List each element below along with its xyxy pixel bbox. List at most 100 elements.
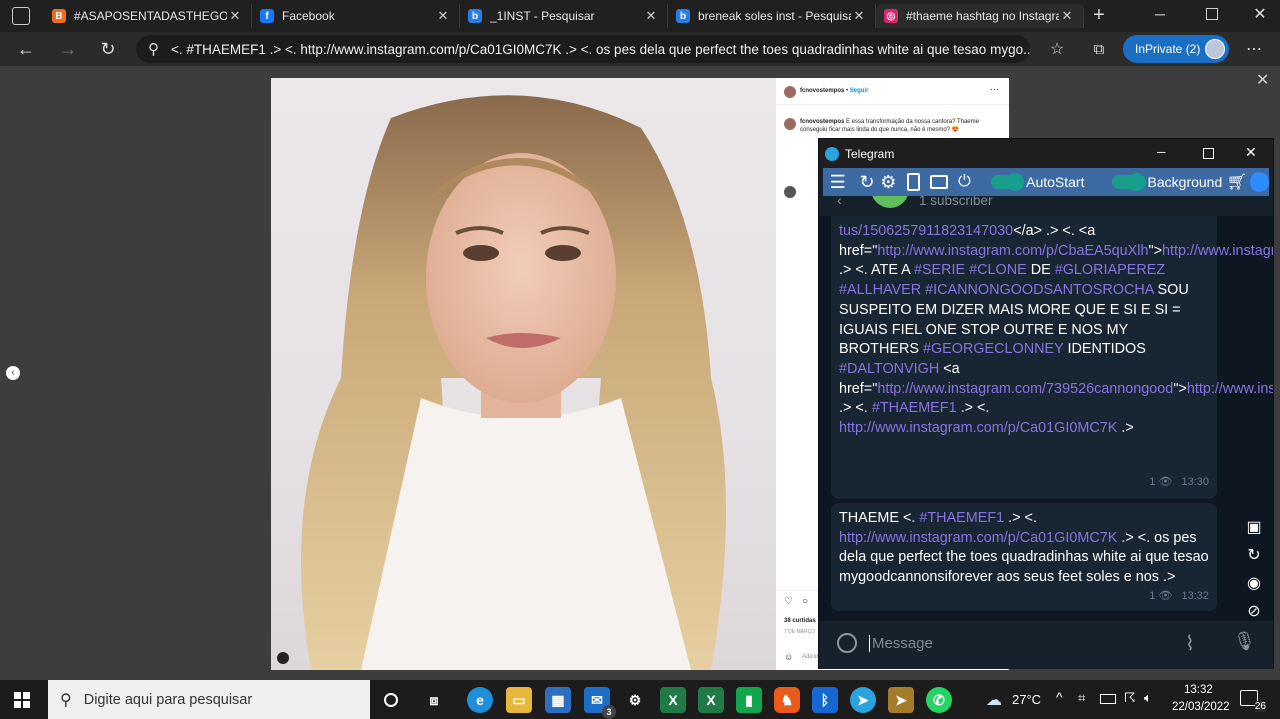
file-explorer-icon[interactable]: ▭ <box>506 687 532 713</box>
microphone-icon[interactable]: 🎙︎ <box>1233 631 1256 652</box>
message-link[interactable]: #ICANNONGOODSANTOSROCHA <box>925 282 1153 298</box>
telegram-icon[interactable]: ➤ <box>850 687 876 713</box>
windows-start-icon[interactable] <box>14 692 30 708</box>
more-icon[interactable]: ⋯ <box>990 84 999 95</box>
clock-date[interactable]: 22/03/2022 <box>1172 701 1230 713</box>
close-window-button[interactable]: ✕ <box>1250 4 1270 24</box>
message-link[interactable]: #ALLHAVER <box>839 282 921 298</box>
telegram-minimize-button[interactable]: ─ <box>1157 145 1166 159</box>
cortana-icon[interactable] <box>378 687 404 713</box>
message-link[interactable]: tus/1506257911823147030 <box>839 223 1013 239</box>
share-arrow-icon[interactable]: ↻ <box>1243 544 1265 566</box>
background-toggle[interactable] <box>1112 173 1146 191</box>
settings-gear-icon[interactable]: ⚙ <box>622 687 648 713</box>
message-link[interactable]: #DALTONVIGH <box>839 361 939 377</box>
message-link[interactable]: http://www.instagram.com/739526cannongoo… <box>877 381 1173 397</box>
likes-count[interactable]: 38 curtidas <box>784 618 816 624</box>
tray-chevron-icon[interactable]: ^ <box>1056 689 1063 705</box>
caption-username[interactable]: fcnovostempos <box>800 119 844 125</box>
tab-close-icon[interactable]: ✕ <box>227 8 243 24</box>
tablet-view-icon[interactable] <box>928 171 949 193</box>
message-link[interactable]: #GEORGECLONNEY <box>923 341 1063 357</box>
more-options-icon[interactable]: ⋯ <box>1242 37 1266 61</box>
whatsapp-icon[interactable]: ✆ <box>926 687 952 713</box>
compass-icon[interactable]: ⊘ <box>1243 600 1265 621</box>
message-link[interactable]: http://www.instagram.com/p/Ca01GI0MC7K <box>839 420 1117 436</box>
weather-cloud-icon[interactable]: ☁ <box>986 690 1002 710</box>
close-post-button[interactable]: ✕ <box>1256 70 1269 90</box>
new-tab-button[interactable]: + <box>1088 4 1110 26</box>
battery-icon[interactable] <box>1100 694 1116 704</box>
browser-tab[interactable]: b breneak soles inst - Pesquisar ✕ <box>668 4 876 28</box>
browser-tab[interactable]: f Facebook ✕ <box>252 4 460 28</box>
minimize-button[interactable]: ─ <box>1150 6 1170 22</box>
clock-time[interactable]: 13:32 <box>1184 684 1213 696</box>
taskbar-search-box[interactable]: ⚲ Digite aqui para pesquisar <box>48 680 370 719</box>
excel-icon[interactable]: X <box>660 687 686 713</box>
green-app-icon[interactable]: ▮ <box>736 687 762 713</box>
network-icon[interactable]: ⌗ <box>1078 690 1085 706</box>
browser-tab[interactable]: ◎ #thaeme hashtag no Instagra ✕ <box>876 4 1084 28</box>
refresh-icon[interactable]: ↻ <box>856 171 877 193</box>
user-tag-icon[interactable] <box>277 652 289 664</box>
camera-icon[interactable]: ▣ <box>1243 516 1265 538</box>
browser-tab[interactable]: B #ASAPOSENTADASTHEGOOD✕ <box>44 4 252 28</box>
message-bubble[interactable]: tus/1506257911823147030</a> .> <. <a hre… <box>831 216 1273 499</box>
attach-paperclip-icon[interactable]: ⌇ <box>1185 631 1195 656</box>
back-arrow-icon[interactable]: ← <box>14 37 38 61</box>
eye-icon[interactable]: ◉ <box>1243 572 1265 594</box>
message-bubble[interactable]: THAEME <. #THAEMEF1 .> <. http://www.ins… <box>831 503 1217 611</box>
previous-post-button[interactable]: ‹ <box>6 366 20 380</box>
volume-icon[interactable]: 🔈︎ <box>1144 690 1152 706</box>
notifications-icon[interactable]: 26 <box>1240 690 1266 712</box>
message-link[interactable]: http://www.instagram.com/p/CbaEA5quXlh <box>877 243 1148 259</box>
settings-gear-icon[interactable]: ⚙ <box>878 171 899 193</box>
restore-button[interactable] <box>1206 8 1218 20</box>
message-link[interactable]: #THAEMEF1 <box>919 510 1004 526</box>
brave-lion-icon[interactable]: ♞ <box>774 687 800 713</box>
follow-link[interactable]: Seguir <box>850 88 869 94</box>
inprivate-button[interactable]: InPrivate (2) <box>1123 35 1229 63</box>
message-link[interactable]: #CLONE <box>969 262 1027 278</box>
weather-temperature[interactable]: 27°C <box>1012 692 1041 707</box>
refresh-icon[interactable]: ↻ <box>96 37 120 61</box>
edge-icon[interactable]: e <box>467 687 493 713</box>
telegram-active-icon[interactable]: ➤ <box>888 687 914 713</box>
tab-close-icon[interactable]: ✕ <box>435 8 451 24</box>
autostart-toggle[interactable] <box>991 173 1025 191</box>
bluetooth-icon[interactable]: ᛒ <box>812 687 838 713</box>
back-icon[interactable]: ‹ <box>837 196 842 208</box>
message-link[interactable]: #SERIE <box>914 262 965 278</box>
mail-icon[interactable]: ✉ 3 <box>584 687 616 719</box>
post-username[interactable]: fcnovostempos <box>800 88 844 94</box>
address-bar[interactable]: ⚲ <. #THAEMEF1 .> <. http://www.instagra… <box>136 35 1030 63</box>
tab-close-icon[interactable]: ✕ <box>851 8 867 24</box>
comment-avatar[interactable] <box>784 186 796 198</box>
phone-view-icon[interactable] <box>903 171 924 193</box>
cart-icon[interactable]: 🛒︎ <box>1226 171 1247 193</box>
store-icon[interactable]: ▦ <box>545 687 571 713</box>
tab-close-icon[interactable]: ✕ <box>1059 8 1075 24</box>
telegram-maximize-button[interactable] <box>1203 148 1214 159</box>
telegram-close-button[interactable]: ✕ <box>1245 144 1257 161</box>
message-link[interactable]: http://www.instagram.com/p/Ca01GI0MC7K <box>839 530 1117 546</box>
caption-avatar[interactable] <box>784 118 796 130</box>
forward-arrow-icon[interactable]: → <box>56 37 80 61</box>
tab-close-icon[interactable]: ✕ <box>643 8 659 24</box>
comment-icon[interactable]: ○ <box>802 596 808 607</box>
message-input[interactable]: Message <box>869 635 1172 652</box>
message-link[interactable]: #GLORIAPEREZ <box>1055 262 1165 278</box>
messenger-icon[interactable] <box>1249 172 1269 192</box>
hamburger-menu-icon[interactable]: ☰ <box>827 171 848 193</box>
wifi-icon[interactable]: ☈ <box>1124 690 1136 706</box>
emoji-icon[interactable]: ☺ <box>784 652 793 662</box>
browser-tab[interactable]: b _1INST - Pesquisar ✕ <box>460 4 668 28</box>
post-photo[interactable] <box>271 78 776 670</box>
add-comment-input[interactable]: Adicio <box>802 654 818 660</box>
message-link[interactable]: http://www.instagram.com/739526cannongoo… <box>1187 381 1273 397</box>
collections-icon[interactable]: ⧉ <box>1087 37 1111 61</box>
message-link[interactable]: http://www.instagram.com/p/CbaEA5quXlh <box>1162 243 1273 259</box>
excel-icon-2[interactable]: X <box>698 687 724 713</box>
message-link[interactable]: #THAEMEF1 <box>872 400 957 416</box>
like-heart-icon[interactable]: ♡ <box>784 596 793 607</box>
